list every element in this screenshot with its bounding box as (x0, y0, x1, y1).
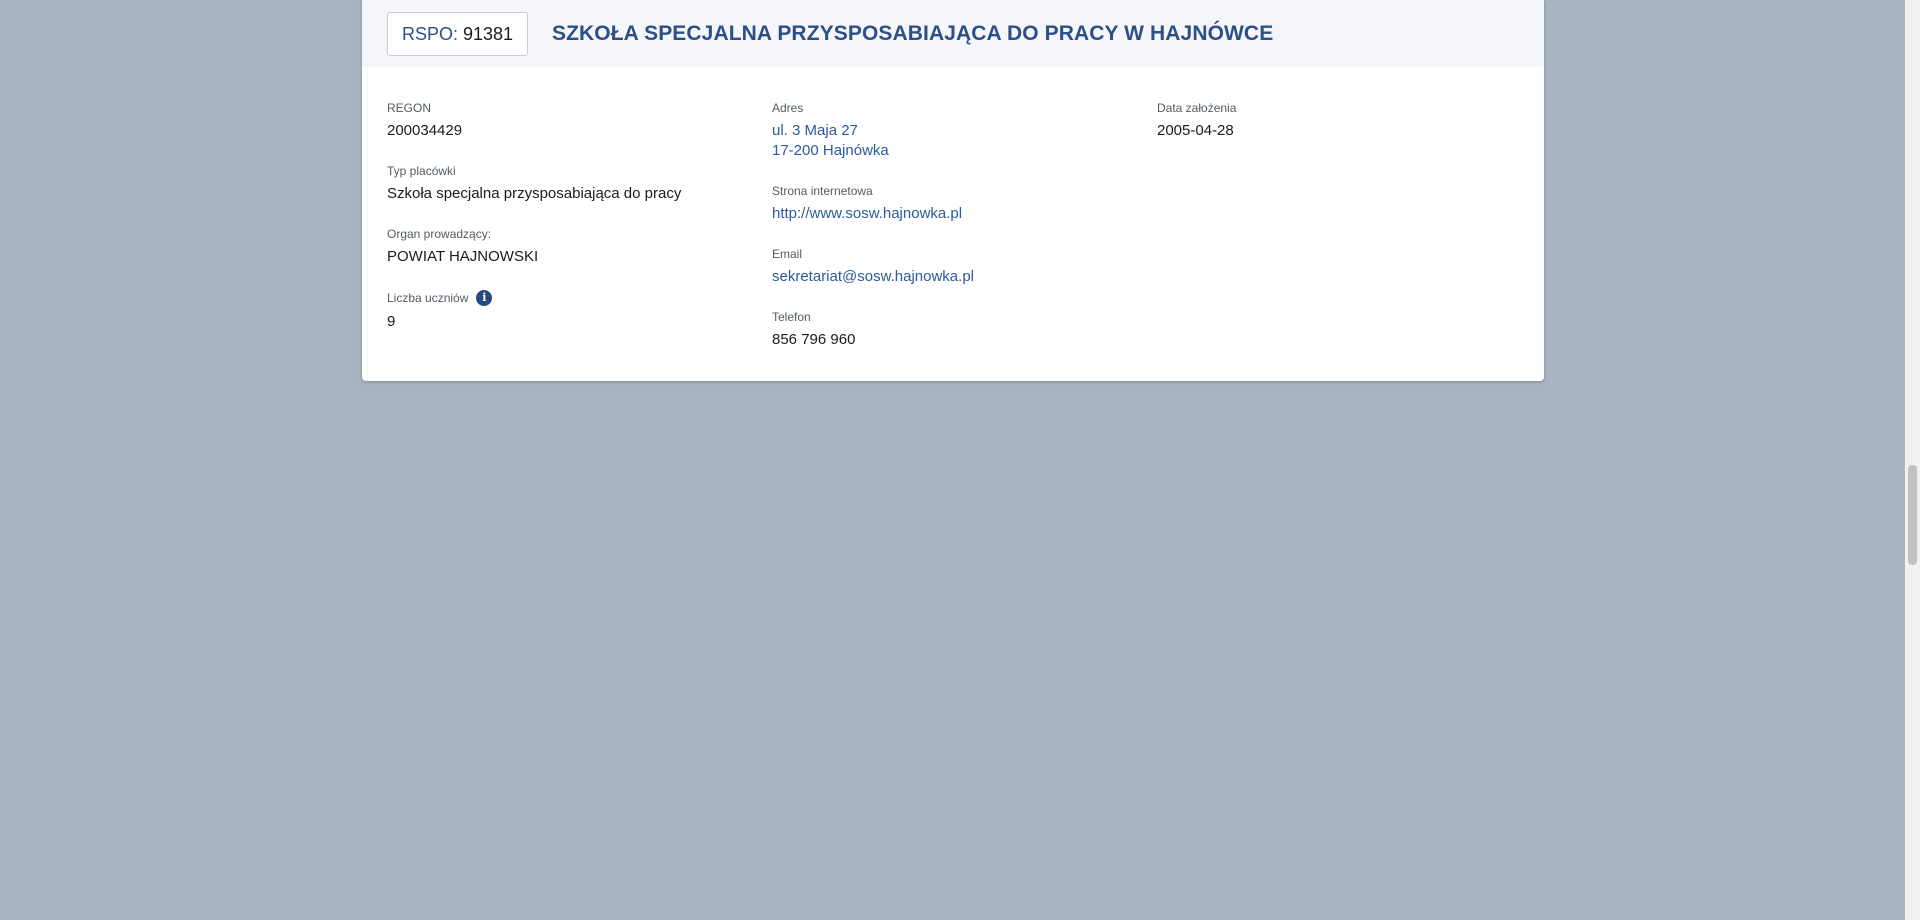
address-line-2[interactable]: 17-200 Hajnówka (772, 141, 974, 161)
regon-value: 200034429 (387, 122, 463, 139)
page-scrollbar[interactable] (1905, 0, 1920, 920)
website-link[interactable]: http://www.sosw.hajnowka.pl (772, 204, 974, 224)
address-line-1[interactable]: ul. 3 Maja 27 (772, 121, 974, 141)
type-label: Typ placówki (387, 164, 456, 178)
phone-label: Telefon (772, 310, 811, 324)
organ-field: Organ prowadzący: POWIAT HAJNOWSKI (387, 227, 681, 267)
rspo-number: 91381 (462, 23, 514, 44)
organ-label: Organ prowadzący: (387, 227, 492, 241)
regon-field: REGON 200034429 (387, 101, 681, 141)
details-column-3: Data założenia 2005-04-28 (1157, 101, 1236, 164)
email-link[interactable]: sekretariat@sosw.hajnowka.pl (772, 267, 974, 287)
students-field: Liczba uczniów i 9 (387, 290, 681, 332)
students-label: Liczba uczniów (387, 291, 469, 305)
details-column-2: Adres ul. 3 Maja 27 17-200 Hajnówka Stro… (772, 101, 974, 373)
phone-field: Telefon 856 796 960 (772, 310, 974, 350)
page: RSPO: 91381 SZKOŁA SPECJALNA PRZYSPOSABI… (0, 0, 1920, 920)
info-icon[interactable]: i (476, 290, 493, 306)
students-value: 9 (387, 313, 396, 330)
founded-value: 2005-04-28 (1157, 122, 1234, 139)
website-field: Strona internetowa http://www.sosw.hajno… (772, 184, 974, 224)
students-label-row: Liczba uczniów i (387, 290, 681, 306)
school-name: SZKOŁA SPECJALNA PRZYSPOSABIAJĄCA DO PRA… (552, 21, 1274, 45)
school-card: RSPO: 91381 SZKOŁA SPECJALNA PRZYSPOSABI… (362, 0, 1544, 381)
details-column-1: REGON 200034429 Typ placówki Szkoła spec… (387, 101, 681, 355)
address-field: Adres ul. 3 Maja 27 17-200 Hajnówka (772, 101, 974, 161)
rspo-badge: RSPO: 91381 (387, 12, 528, 56)
address-label: Adres (772, 101, 804, 115)
website-label: Strona internetowa (772, 184, 873, 198)
type-field: Typ placówki Szkoła specjalna przysposab… (387, 164, 681, 204)
phone-value: 856 796 960 (772, 331, 856, 348)
type-value: Szkoła specjalna przysposabiająca do pra… (387, 185, 682, 202)
founded-field: Data założenia 2005-04-28 (1157, 101, 1236, 141)
card-header: RSPO: 91381 SZKOŁA SPECJALNA PRZYSPOSABI… (362, 0, 1544, 67)
scrollbar-thumb[interactable] (1908, 465, 1917, 565)
regon-label: REGON (387, 101, 432, 115)
founded-label: Data założenia (1157, 101, 1237, 115)
email-field: Email sekretariat@sosw.hajnowka.pl (772, 247, 974, 287)
email-label: Email (772, 247, 803, 261)
card-body: REGON 200034429 Typ placówki Szkoła spec… (362, 67, 1544, 381)
rspo-label: RSPO: (401, 23, 458, 44)
organ-value: POWIAT HAJNOWSKI (387, 248, 539, 265)
address-link[interactable]: ul. 3 Maja 27 17-200 Hajnówka (772, 121, 974, 161)
